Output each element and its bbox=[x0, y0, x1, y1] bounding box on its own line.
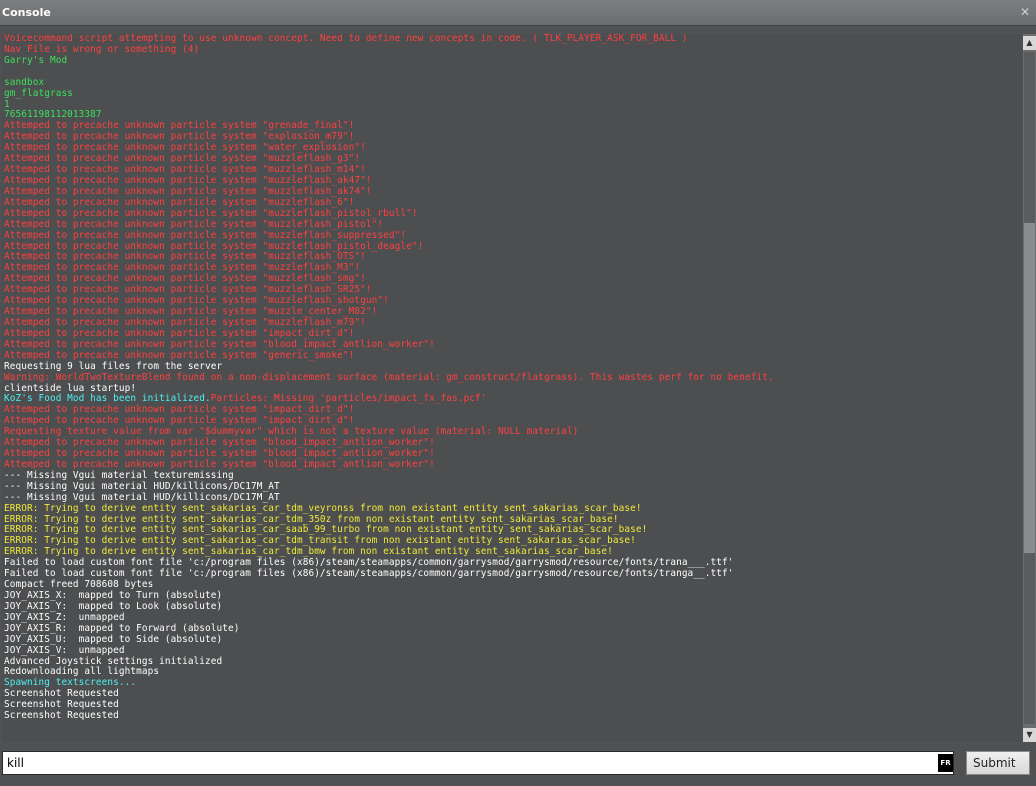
console-line-segment: KoZ's Food Mod has been initialized. bbox=[4, 393, 211, 405]
console-line: JOY_AXIS_Y: mapped to Look (absolute) bbox=[4, 600, 223, 612]
scrollbar[interactable]: ▲ ▼ bbox=[1023, 34, 1036, 742]
console-line: ERROR: Trying to derive entity sent_saka… bbox=[4, 502, 642, 514]
console-line: Screenshot Requested bbox=[4, 688, 119, 700]
console-line: JOY_AXIS_U: mapped to Side (absolute) bbox=[4, 633, 223, 645]
console-line: sandbox bbox=[4, 76, 45, 88]
command-input[interactable] bbox=[2, 751, 954, 775]
title-bar[interactable]: Console ✕ bbox=[0, 0, 1036, 26]
submit-button[interactable]: Submit bbox=[966, 751, 1030, 775]
scroll-track[interactable] bbox=[1024, 52, 1035, 724]
close-icon[interactable]: ✕ bbox=[1018, 5, 1032, 19]
console-line: Attemped to precache unknown particle sy… bbox=[4, 229, 407, 241]
scroll-up-arrow-icon[interactable]: ▲ bbox=[1023, 36, 1036, 50]
console-output: Voicecommand script attempting to use un… bbox=[2, 34, 1022, 742]
console-line: gm_flatgrass bbox=[4, 87, 73, 99]
console-line: Attemped to precache unknown particle sy… bbox=[4, 218, 384, 230]
command-bar: FR Submit bbox=[0, 744, 1036, 786]
console-line: 1 bbox=[4, 98, 10, 110]
console-line: Screenshot Requested bbox=[4, 699, 119, 711]
console-line: Failed to load custom font file 'c:/prog… bbox=[4, 568, 734, 580]
input-language-badge: FR bbox=[938, 754, 953, 772]
console-window: Console ✕ Voicecommand script attempting… bbox=[0, 0, 1036, 786]
scroll-thumb[interactable] bbox=[1024, 223, 1035, 553]
console-line: JOY_AXIS_V: unmapped bbox=[4, 644, 125, 656]
console-line: Redownloading all lightmaps bbox=[4, 666, 160, 678]
console-line: --- Missing Vgui material HUD/killicons/… bbox=[4, 491, 280, 503]
console-line: Nav File is wrong or something (4) bbox=[4, 43, 200, 55]
console-line: Garry's Mod bbox=[4, 54, 68, 66]
console-line: Spawning textscreens... bbox=[4, 677, 137, 689]
console-line-segment: Particles: Missing 'particles/impact_fx_… bbox=[210, 393, 487, 405]
console-line: Screenshot Requested bbox=[4, 710, 119, 722]
window-title: Console bbox=[2, 6, 51, 19]
console-line: Warning: WorldTwoTextureBlend found on a… bbox=[4, 371, 774, 383]
console-line: Requesting 9 lua files from the server bbox=[4, 360, 223, 372]
scroll-down-arrow-icon[interactable]: ▼ bbox=[1023, 728, 1036, 742]
